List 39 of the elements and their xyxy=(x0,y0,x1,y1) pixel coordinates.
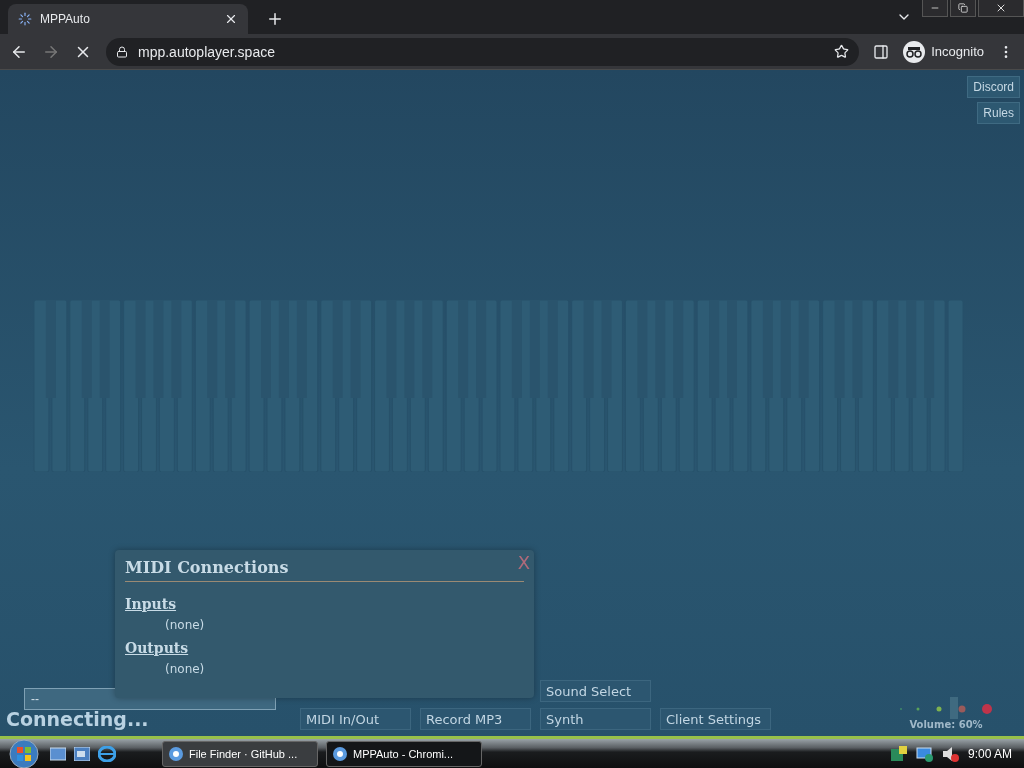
restore-icon xyxy=(958,3,968,13)
restore-button[interactable] xyxy=(950,0,976,17)
volume-label: Volume: 60% xyxy=(909,719,983,730)
network-icon xyxy=(889,744,908,763)
start-button[interactable] xyxy=(6,738,42,768)
new-tab-icon[interactable] xyxy=(266,10,284,28)
browser-tab[interactable]: MPPAuto xyxy=(8,4,248,34)
tab-title: MPPAuto xyxy=(40,12,91,26)
control-button[interactable]: Record MP3 xyxy=(420,708,531,730)
taskbar-button[interactable]: MPPAuto - Chromi... xyxy=(326,740,482,767)
device-item: (none) xyxy=(165,618,206,632)
device-item: (none) xyxy=(165,662,206,676)
star-icon[interactable] xyxy=(834,44,850,59)
incognito-icon xyxy=(903,40,926,63)
minimize-button[interactable] xyxy=(922,0,948,17)
monitor-icon xyxy=(915,744,934,763)
muted-speaker-icon xyxy=(941,744,960,763)
window-switch-icon[interactable] xyxy=(74,746,90,761)
section-heading: Outputs xyxy=(125,640,190,656)
address-bar[interactable]: mpp.autoplayer.space xyxy=(106,37,860,66)
lock-icon xyxy=(116,45,128,58)
link-button[interactable]: Rules xyxy=(977,102,1020,124)
chrome-icon xyxy=(333,746,347,761)
control-button[interactable]: Synth xyxy=(540,708,651,730)
clock: 9:00 AM xyxy=(967,746,1012,761)
taskbar-button[interactable]: File Finder · GitHub ... xyxy=(162,740,318,767)
browser-e-icon[interactable] xyxy=(98,745,116,762)
control-button[interactable]: MIDI In/Out xyxy=(300,708,411,730)
section-heading: Inputs xyxy=(125,596,178,612)
close-icon xyxy=(995,2,1007,14)
connection-status: Connecting... xyxy=(6,708,150,730)
control-button[interactable]: Sound Select xyxy=(540,680,651,702)
side-panel-icon[interactable] xyxy=(873,43,890,60)
link-button[interactable]: Discord xyxy=(967,76,1020,98)
chrome-icon xyxy=(169,746,183,761)
control-button[interactable]: Client Settings xyxy=(660,708,771,730)
desktop-icon[interactable] xyxy=(50,746,66,761)
close-icon[interactable] xyxy=(224,12,238,26)
incognito-profile[interactable]: Incognito xyxy=(903,40,984,63)
